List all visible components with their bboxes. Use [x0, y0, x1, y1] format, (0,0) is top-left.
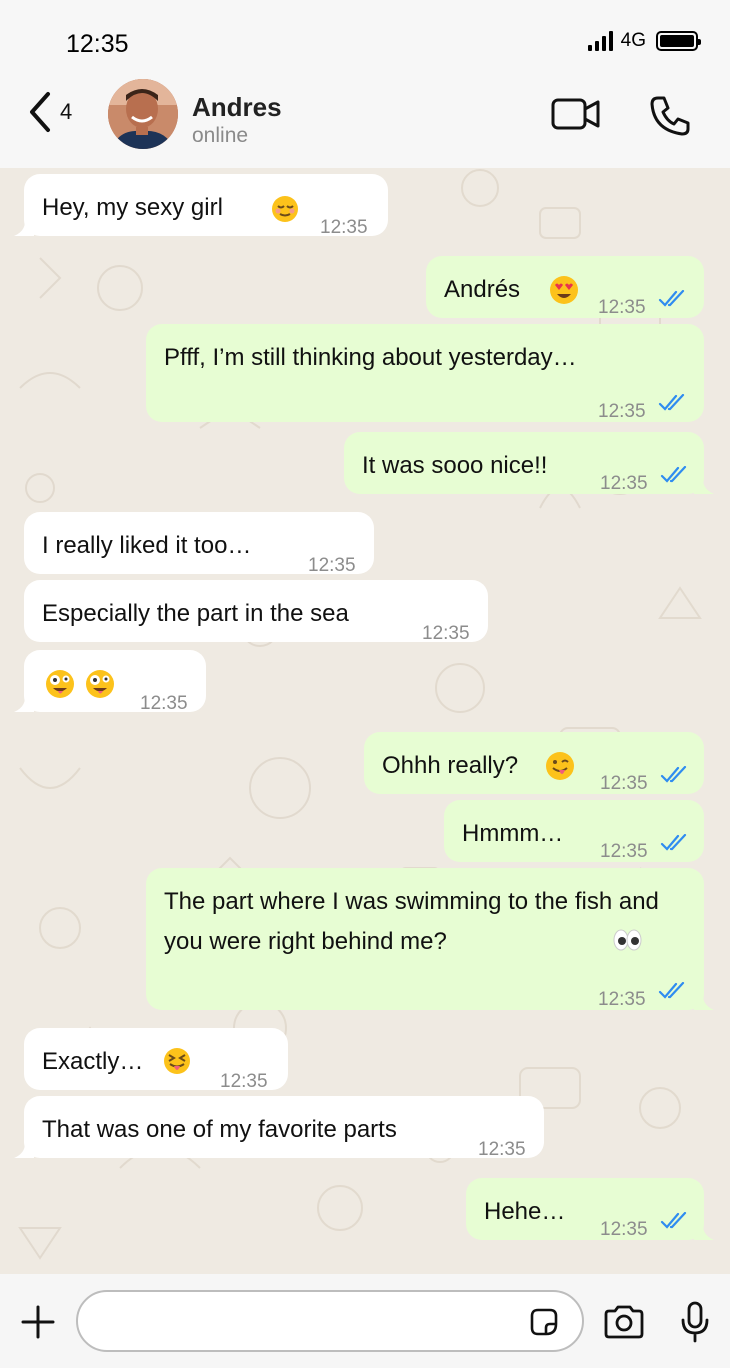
avatar[interactable] [108, 79, 178, 149]
message-time: 12:35 [600, 1219, 648, 1240]
composer-bar [0, 1274, 730, 1368]
message-outgoing[interactable]: Ohhh really? 12:35 [364, 732, 704, 794]
double-check-icon [660, 834, 687, 851]
chat-area[interactable]: Hey, my sexy girl 12:35 Andrés 12:35 Pff… [0, 168, 730, 1274]
message-outgoing[interactable]: The part where I was swimming to the fis… [146, 868, 714, 1010]
zany-face-icon [86, 670, 114, 698]
message-incoming[interactable]: Hey, my sexy girl 12:35 [14, 174, 388, 238]
phone-icon[interactable] [648, 94, 692, 138]
message-time: 12:35 [598, 401, 646, 422]
video-camera-icon[interactable] [550, 94, 602, 134]
heart-eyes-face-icon [550, 276, 578, 304]
message-text: Exactly… [42, 1048, 144, 1075]
status-bar: 12:35 4G [0, 0, 730, 80]
message-incoming[interactable]: Exactly… 12:35 [24, 1028, 288, 1092]
message-incoming[interactable]: That was one of my favorite parts 12:35 [14, 1096, 544, 1160]
double-check-icon [660, 1212, 687, 1229]
network-type: 4G [620, 30, 646, 51]
message-time: 12:35 [140, 693, 188, 714]
double-check-icon [660, 466, 687, 483]
signal-icon [587, 31, 613, 51]
winking-tongue-face-icon [546, 752, 574, 780]
message-input-wrapper [76, 1290, 584, 1352]
message-time: 12:35 [598, 989, 646, 1010]
status-time: 12:35 [66, 30, 129, 58]
relieved-face-icon [272, 196, 298, 222]
message-outgoing[interactable]: Andrés 12:35 [426, 256, 704, 318]
status-indicators: 4G [587, 30, 701, 52]
message-time: 12:35 [600, 473, 648, 494]
message-text: Pfff, I’m still thinking about yesterday… [164, 344, 577, 371]
message-time: 12:35 [478, 1139, 526, 1160]
chevron-left-icon [30, 92, 50, 132]
double-check-icon [658, 394, 685, 411]
message-time: 12:35 [598, 297, 646, 318]
plus-icon[interactable] [20, 1304, 56, 1340]
message-text: Hmmm… [462, 820, 564, 847]
battery-icon [656, 31, 701, 51]
message-text: Ohhh really? [382, 752, 519, 779]
contact-name[interactable]: Andres [192, 92, 282, 123]
unread-count: 4 [60, 99, 73, 124]
message-text: Hehe… [484, 1198, 566, 1225]
message-time: 12:35 [422, 623, 470, 644]
message-text: I really liked it too… [42, 532, 252, 559]
message-outgoing[interactable]: Hehe… 12:35 [466, 1178, 714, 1240]
eyes-icon [613, 929, 642, 951]
message-time: 12:35 [600, 841, 648, 862]
camera-icon[interactable] [602, 1304, 646, 1340]
message-text: Hey, my sexy girl [42, 194, 223, 221]
microphone-icon[interactable] [678, 1300, 712, 1344]
zany-face-icon [46, 670, 74, 698]
message-incoming[interactable]: I really liked it too… 12:35 [24, 512, 374, 576]
message-text: The part where I was swimming to the fis… [164, 888, 659, 955]
message-time: 12:35 [600, 773, 648, 794]
message-outgoing[interactable]: Pfff, I’m still thinking about yesterday… [146, 324, 704, 422]
message-incoming[interactable]: 12:35 [14, 650, 206, 714]
squinting-tongue-face-icon [164, 1048, 190, 1074]
message-text: It was sooo nice!! [362, 452, 548, 479]
sticker-icon[interactable] [528, 1306, 560, 1338]
message-incoming[interactable]: Especially the part in the sea 12:35 [24, 580, 488, 644]
message-text: Andrés [444, 276, 521, 303]
message-outgoing[interactable]: It was sooo nice!! 12:35 [344, 432, 714, 494]
double-check-icon [658, 290, 685, 307]
contact-status: online [192, 124, 249, 147]
message-text: Especially the part in the sea [42, 600, 349, 627]
chat-header: 4 Andres online [0, 79, 730, 168]
message-input[interactable] [100, 1292, 520, 1348]
back-button[interactable]: 4 [26, 90, 72, 134]
message-text: That was one of my favorite parts [42, 1116, 397, 1143]
double-check-icon [660, 766, 687, 783]
message-time: 12:35 [320, 217, 368, 238]
message-outgoing[interactable]: Hmmm… 12:35 [444, 800, 704, 862]
double-check-icon [658, 982, 685, 999]
